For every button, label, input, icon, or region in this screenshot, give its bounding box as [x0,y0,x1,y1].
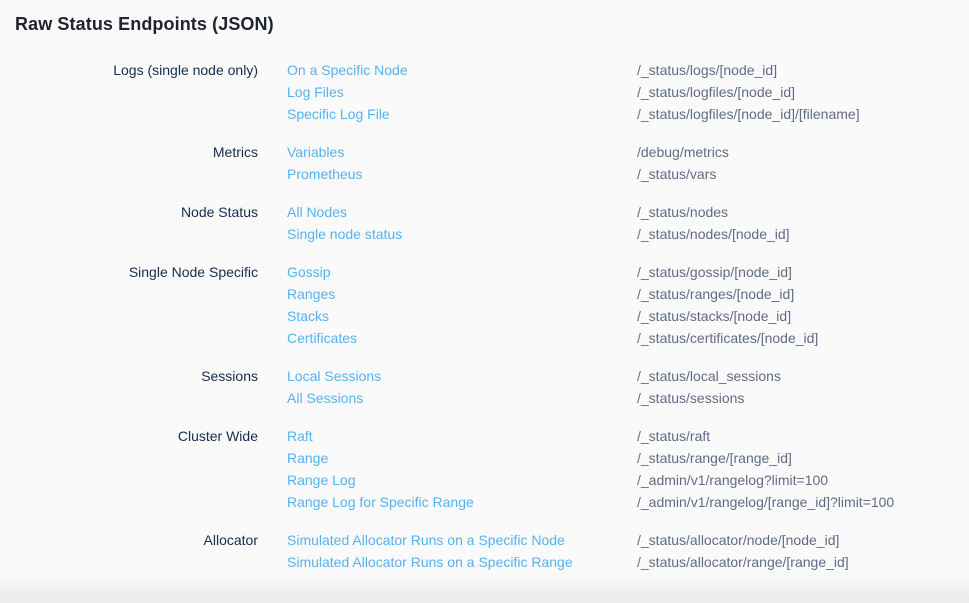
category-label [15,447,258,469]
endpoint-row: Specific Log File /_status/logfiles/[nod… [0,103,969,125]
endpoint-link[interactable]: Range [287,450,328,466]
debug-page: Raw Status Endpoints (JSON) Logs (single… [0,0,969,603]
endpoint-row: Prometheus /_status/vars [0,163,969,185]
category-label [15,81,258,103]
endpoint-row: Node Status All Nodes /_status/nodes [0,201,969,223]
endpoint-path: /_status/allocator/node/[node_id] [637,529,969,551]
endpoint-link[interactable]: Range Log for Specific Range [287,494,474,510]
endpoint-group-cluster-wide: Cluster Wide Raft /_status/raft Range /_… [0,425,969,513]
category-label: Metrics [15,141,258,163]
endpoint-row: Single node status /_status/nodes/[node_… [0,223,969,245]
endpoint-link[interactable]: Log Files [287,84,344,100]
endpoint-row: Range Log /_admin/v1/rangelog?limit=100 [0,469,969,491]
category-label [15,223,258,245]
endpoint-link[interactable]: Ranges [287,286,335,302]
endpoint-path: /_status/local_sessions [637,365,969,387]
endpoint-path: /_status/nodes [637,201,969,223]
category-label [15,327,258,349]
category-label: Node Status [15,201,258,223]
endpoint-group-metrics: Metrics Variables /debug/metrics Prometh… [0,141,969,185]
endpoint-path: /_admin/v1/rangelog?limit=100 [637,469,969,491]
endpoint-row: Logs (single node only) On a Specific No… [0,59,969,81]
endpoint-row: Allocator Simulated Allocator Runs on a … [0,529,969,551]
endpoint-link[interactable]: Stacks [287,308,329,324]
endpoint-link[interactable]: Variables [287,144,344,160]
endpoint-link[interactable]: Prometheus [287,166,362,182]
endpoint-link[interactable]: All Nodes [287,204,347,220]
endpoint-path: /_status/vars [637,163,969,185]
endpoint-row: Simulated Allocator Runs on a Specific R… [0,551,969,573]
endpoint-row: Cluster Wide Raft /_status/raft [0,425,969,447]
page-bottom-shade [0,573,969,603]
category-label: Allocator [15,529,258,551]
endpoint-link[interactable]: Simulated Allocator Runs on a Specific N… [287,532,565,548]
endpoint-row: Certificates /_status/certificates/[node… [0,327,969,349]
endpoint-path: /_status/raft [637,425,969,447]
category-label [15,387,258,409]
endpoint-link[interactable]: Raft [287,428,313,444]
endpoint-group-allocator: Allocator Simulated Allocator Runs on a … [0,529,969,573]
endpoint-row: Single Node Specific Gossip /_status/gos… [0,261,969,283]
category-label [15,103,258,125]
category-label: Sessions [15,365,258,387]
endpoint-link[interactable]: Simulated Allocator Runs on a Specific R… [287,554,573,570]
endpoint-path: /_status/logfiles/[node_id] [637,81,969,103]
endpoint-row: All Sessions /_status/sessions [0,387,969,409]
endpoint-path: /_admin/v1/rangelog/[range_id]?limit=100 [637,491,969,513]
endpoint-link[interactable]: Specific Log File [287,106,390,122]
endpoint-link[interactable]: All Sessions [287,390,363,406]
endpoint-link[interactable]: Range Log [287,472,356,488]
endpoint-group-logs: Logs (single node only) On a Specific No… [0,59,969,125]
endpoint-row: Sessions Local Sessions /_status/local_s… [0,365,969,387]
endpoint-path: /_status/stacks/[node_id] [637,305,969,327]
category-label [15,283,258,305]
endpoint-group-sessions: Sessions Local Sessions /_status/local_s… [0,365,969,409]
endpoint-path: /_status/gossip/[node_id] [637,261,969,283]
endpoint-path: /_status/sessions [637,387,969,409]
endpoint-path: /_status/ranges/[node_id] [637,283,969,305]
category-label: Single Node Specific [15,261,258,283]
endpoint-row: Range /_status/range/[range_id] [0,447,969,469]
endpoint-link[interactable]: Certificates [287,330,357,346]
endpoint-link[interactable]: Single node status [287,226,402,242]
endpoint-path: /debug/metrics [637,141,969,163]
endpoint-row: Metrics Variables /debug/metrics [0,141,969,163]
endpoint-path: /_status/nodes/[node_id] [637,223,969,245]
endpoint-row: Log Files /_status/logfiles/[node_id] [0,81,969,103]
endpoint-row: Ranges /_status/ranges/[node_id] [0,283,969,305]
endpoint-path: /_status/range/[range_id] [637,447,969,469]
endpoints-table: Logs (single node only) On a Specific No… [0,59,969,573]
page-title: Raw Status Endpoints (JSON) [0,0,969,35]
category-label: Cluster Wide [15,425,258,447]
endpoint-path: /_status/certificates/[node_id] [637,327,969,349]
endpoint-path: /_status/allocator/range/[range_id] [637,551,969,573]
category-label [15,551,258,573]
category-label: Logs (single node only) [15,59,258,81]
endpoint-link[interactable]: On a Specific Node [287,62,408,78]
endpoint-path: /_status/logfiles/[node_id]/[filename] [637,103,969,125]
category-label [15,305,258,327]
endpoint-group-single-node-specific: Single Node Specific Gossip /_status/gos… [0,261,969,349]
endpoint-link[interactable]: Local Sessions [287,368,381,384]
category-label [15,469,258,491]
category-label [15,163,258,185]
category-label [15,491,258,513]
endpoint-group-node-status: Node Status All Nodes /_status/nodes Sin… [0,201,969,245]
endpoint-row: Stacks /_status/stacks/[node_id] [0,305,969,327]
endpoint-path: /_status/logs/[node_id] [637,59,969,81]
endpoint-row: Range Log for Specific Range /_admin/v1/… [0,491,969,513]
endpoint-link[interactable]: Gossip [287,264,331,280]
